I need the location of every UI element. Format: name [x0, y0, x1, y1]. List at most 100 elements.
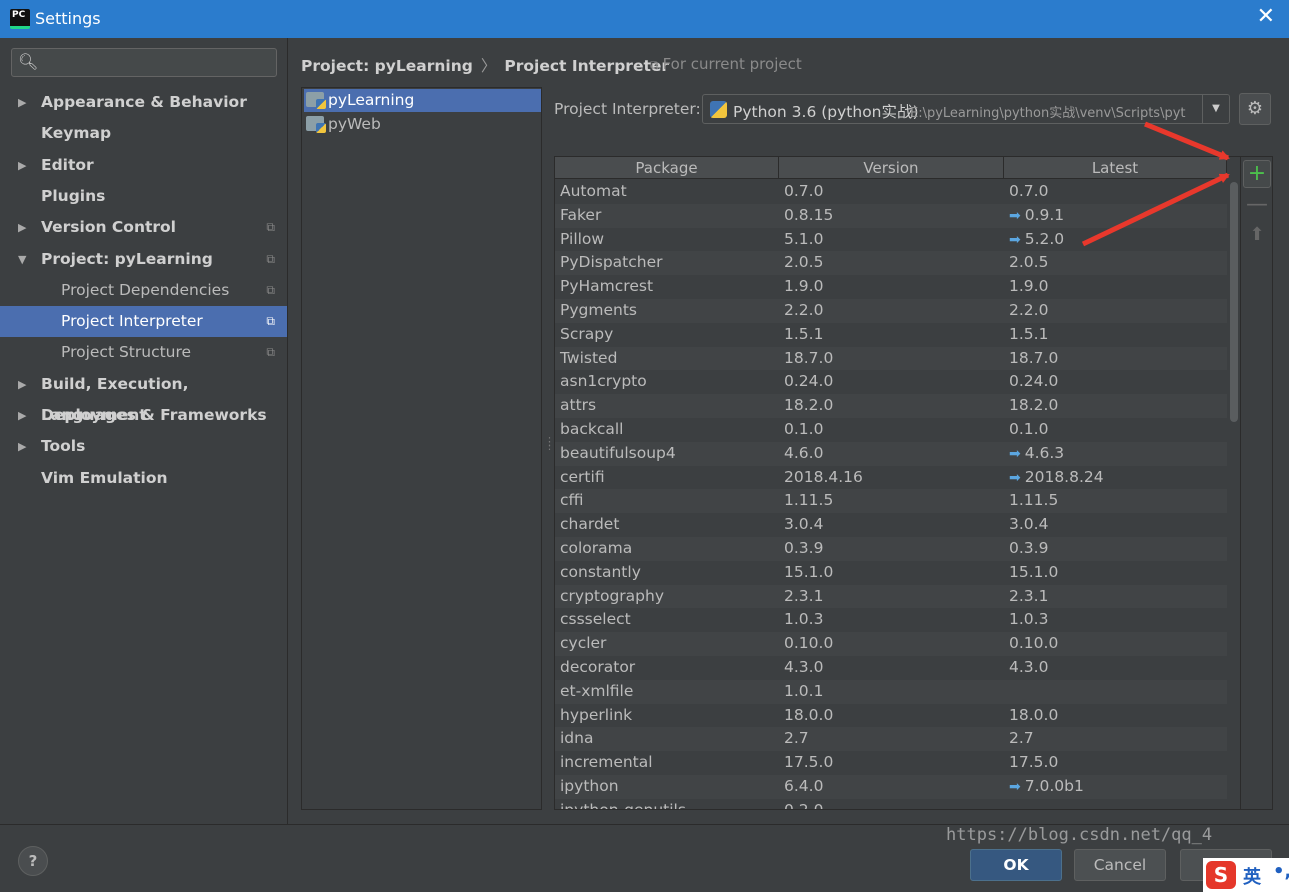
cell-version: 1.0.1 — [784, 680, 823, 704]
cell-latest: 0.24.0 — [1009, 370, 1058, 394]
table-row[interactable]: incremental 17.5.0 17.5.0 — [555, 751, 1227, 775]
chevron-right-icon[interactable]: ▶ — [18, 150, 26, 181]
project-item[interactable]: pyLearning — [304, 89, 541, 112]
table-row[interactable]: decorator 4.3.0 4.3.0 — [555, 656, 1227, 680]
sidebar-item-project-dependencies[interactable]: Project Dependencies ⧉ — [0, 275, 287, 306]
table-row[interactable]: Automat 0.7.0 0.7.0 — [555, 180, 1227, 204]
sidebar-item-keymap[interactable]: Keymap — [0, 118, 287, 149]
sidebar-item-version-control[interactable]: ▶ Version Control ⧉ — [0, 212, 287, 243]
cell-version-text: 2.0.5 — [784, 253, 824, 272]
table-row[interactable]: Pygments 2.2.0 2.2.0 — [555, 298, 1227, 323]
sidebar-item-label: Appearance & Behavior — [41, 93, 247, 111]
ime-punctuation: •, — [1273, 861, 1289, 882]
column-header-package[interactable]: Package — [555, 157, 779, 179]
sidebar-item-languages-frameworks[interactable]: ▶ Languages & Frameworks — [0, 400, 287, 431]
interpreter-select[interactable]: Python 3.6 (python实战) E:\pyLearning\pyth… — [702, 94, 1230, 124]
column-header-latest[interactable]: Latest — [1004, 157, 1227, 179]
cell-package-text: Faker — [560, 205, 602, 224]
table-row[interactable]: Scrapy 1.5.1 1.5.1 — [555, 323, 1227, 347]
sidebar-item-tools[interactable]: ▶ Tools — [0, 431, 287, 462]
cell-package-text: idna — [560, 729, 594, 748]
cell-package: et-xmlfile — [560, 680, 633, 704]
add-package-button[interactable]: + — [1243, 160, 1271, 188]
table-row[interactable]: PyHamcrest 1.9.0 1.9.0 — [555, 275, 1227, 299]
cell-package-text: cssselect — [560, 610, 631, 629]
table-row[interactable]: cycler 0.10.0 0.10.0 — [555, 632, 1227, 656]
cell-latest: 1.9.0 — [1009, 275, 1048, 299]
upgrade-package-button[interactable]: ⬆ — [1243, 222, 1271, 250]
close-icon[interactable]: ✕ — [1257, 6, 1275, 28]
table-row[interactable]: ipython-genutils 0.2.0 — [555, 799, 1227, 809]
scrollbar-thumb[interactable] — [1230, 182, 1238, 422]
table-row[interactable]: Twisted 18.7.0 18.7.0 — [555, 346, 1227, 371]
cell-latest: 0.7.0 — [1009, 180, 1048, 204]
help-button[interactable]: ? — [18, 846, 48, 876]
column-header-version[interactable]: Version — [779, 157, 1004, 179]
search-input[interactable]: 🔍︎ — [11, 48, 277, 77]
sidebar-item-project-structure[interactable]: Project Structure ⧉ — [0, 337, 287, 368]
sidebar-item-plugins[interactable]: Plugins — [0, 181, 287, 212]
cell-latest-text: 0.24.0 — [1009, 372, 1059, 391]
table-row[interactable]: Faker 0.8.15 ➡ 0.9.1 — [555, 203, 1227, 228]
sidebar-item-appearance-behavior[interactable]: ▶ Appearance & Behavior — [0, 87, 287, 118]
table-row[interactable]: colorama 0.3.9 0.3.9 — [555, 536, 1227, 561]
upgrade-available-icon: ➡ — [1009, 778, 1021, 795]
cell-version-text: 2.3.1 — [784, 586, 824, 605]
cell-package: Pillow — [560, 228, 604, 252]
chevron-right-icon[interactable]: ▶ — [18, 400, 26, 431]
cell-package: colorama — [560, 537, 632, 561]
table-row[interactable]: backcall 0.1.0 0.1.0 — [555, 418, 1227, 442]
sidebar-item-label: Project Dependencies — [61, 280, 230, 299]
ok-button[interactable]: OK — [970, 849, 1062, 881]
cell-latest-text: 0.7.0 — [1009, 182, 1049, 200]
chevron-right-icon[interactable]: ▶ — [18, 431, 26, 462]
table-row[interactable]: asn1crypto 0.24.0 0.24.0 — [555, 370, 1227, 394]
cell-package: cffi — [560, 489, 584, 513]
sogou-logo-icon: S — [1206, 861, 1236, 889]
chevron-right-icon[interactable]: ▶ — [18, 369, 26, 400]
table-row[interactable]: ipython 6.4.0 ➡ 7.0.0b1 — [555, 774, 1227, 799]
cell-latest-text: 7.0.0b1 — [1024, 776, 1084, 795]
table-row[interactable]: idna 2.7 2.7 — [555, 727, 1227, 752]
sidebar-item-project-pylearning[interactable]: ▼ Project: pyLearning ⧉ — [0, 244, 287, 275]
project-name: pyLearning — [328, 91, 415, 109]
cell-version: 5.1.0 — [784, 228, 823, 252]
table-row[interactable]: certifi 2018.4.16 ➡ 2018.8.24 — [555, 466, 1227, 490]
cell-version: 15.1.0 — [784, 561, 833, 585]
table-row[interactable]: cssselect 1.0.3 1.0.3 — [555, 608, 1227, 632]
table-row[interactable]: attrs 18.2.0 18.2.0 — [555, 394, 1227, 418]
gear-icon[interactable]: ⚙ — [1239, 93, 1271, 125]
copy-icon: ⧉ — [266, 251, 275, 266]
chevron-right-icon[interactable]: ▶ — [18, 87, 26, 118]
cell-package-text: ipython — [560, 776, 619, 795]
table-row[interactable]: cffi 1.11.5 1.11.5 — [555, 489, 1227, 514]
remove-package-button[interactable]: — — [1243, 192, 1271, 220]
chevron-down-icon[interactable]: ▼ — [1202, 95, 1229, 123]
table-row[interactable]: hyperlink 18.0.0 18.0.0 — [555, 704, 1227, 728]
table-row[interactable]: Pillow 5.1.0 ➡ 5.2.0 — [555, 228, 1227, 252]
cell-latest: 17.5.0 — [1009, 751, 1058, 775]
table-row[interactable]: constantly 15.1.0 15.1.0 — [555, 561, 1227, 585]
table-row[interactable]: et-xmlfile 1.0.1 — [555, 679, 1227, 704]
sidebar-item-editor[interactable]: ▶ Editor — [0, 150, 287, 181]
table-row[interactable]: cryptography 2.3.1 2.3.1 — [555, 584, 1227, 609]
project-item[interactable]: pyWeb — [304, 113, 541, 136]
cell-package-text: asn1crypto — [560, 372, 647, 391]
chevron-right-icon[interactable]: ▶ — [18, 212, 26, 243]
scope-note: ⧉ For current project — [650, 55, 802, 73]
cell-latest-text: 17.5.0 — [1009, 753, 1059, 772]
chevron-down-icon[interactable]: ▼ — [18, 244, 26, 275]
cell-package-text: certifi — [560, 467, 605, 486]
sidebar-item-vim-emulation[interactable]: Vim Emulation — [0, 463, 287, 494]
table-body: Automat 0.7.0 0.7.0 Faker 0.8.15 ➡ 0.9.1 Pillow… — [555, 180, 1227, 809]
table-row[interactable]: chardet 3.0.4 3.0.4 — [555, 513, 1227, 537]
table-row[interactable]: beautifulsoup4 4.6.0 ➡ 4.6.3 — [555, 441, 1227, 466]
cancel-button[interactable]: Cancel — [1074, 849, 1166, 881]
cell-latest-text: 4.3.0 — [1009, 657, 1049, 676]
cell-package-text: Scrapy — [560, 324, 614, 343]
table-scrollbar[interactable] — [1228, 180, 1240, 809]
sidebar-item-build-execution-deployment[interactable]: ▶ Build, Execution, Deployment — [0, 369, 287, 424]
sidebar-item-project-interpreter[interactable]: Project Interpreter ⧉ — [0, 306, 287, 338]
python-project-icon — [306, 116, 326, 133]
table-row[interactable]: PyDispatcher 2.0.5 2.0.5 — [555, 251, 1227, 276]
